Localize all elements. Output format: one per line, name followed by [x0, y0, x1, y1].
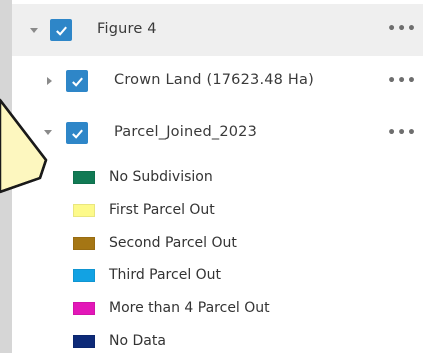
layer-title: Crown Land (17623.48 Ha) [114, 72, 314, 88]
legend-item: First Parcel Out [73, 200, 215, 220]
layer-options-ellipsis-icon[interactable]: ••• [387, 73, 417, 89]
layer-row-parcel-joined-2023[interactable]: Parcel_Joined_2023 ••• [12, 108, 423, 160]
legend-swatch [73, 268, 95, 282]
legend-label: More than 4 Parcel Out [109, 300, 270, 316]
checkmark-icon [55, 26, 67, 36]
legend-label: Second Parcel Out [109, 235, 237, 251]
layer-options-ellipsis-icon[interactable]: ••• [387, 125, 417, 141]
legend-item: More than 4 Parcel Out [73, 298, 270, 318]
legend-item: No Data [73, 331, 166, 351]
legend-item: Second Parcel Out [73, 233, 237, 253]
expand-caret-icon[interactable] [47, 77, 52, 85]
layer-visibility-checkbox[interactable] [50, 19, 72, 41]
checkmark-icon [71, 129, 83, 139]
collapse-caret-icon[interactable] [30, 28, 38, 33]
checkmark-icon [71, 77, 83, 87]
layer-row-figure-4[interactable]: Figure 4 ••• [12, 4, 423, 56]
layer-visibility-checkbox[interactable] [66, 122, 88, 144]
legend-swatch [73, 236, 95, 250]
layer-options-ellipsis-icon[interactable]: ••• [387, 21, 417, 37]
legend-label: No Data [109, 333, 166, 349]
legend-swatch [73, 170, 95, 184]
layer-visibility-checkbox[interactable] [66, 70, 88, 92]
legend-swatch [73, 203, 95, 217]
layer-row-crown-land[interactable]: Crown Land (17623.48 Ha) ••• [12, 56, 423, 108]
callout-arrow [0, 98, 48, 194]
layer-list-panel: Figure 4 ••• Crown Land (17623.48 Ha) ••… [12, 0, 423, 353]
legend-item: Third Parcel Out [73, 265, 221, 285]
legend-swatch [73, 334, 95, 348]
layer-title: Parcel_Joined_2023 [114, 124, 258, 140]
legend-item: No Subdivision [73, 167, 213, 187]
legend-swatch [73, 301, 95, 315]
legend-label: No Subdivision [109, 169, 213, 185]
layer-title: Figure 4 [97, 21, 157, 37]
legend-label: Third Parcel Out [109, 267, 222, 283]
legend-label: First Parcel Out [109, 202, 215, 218]
